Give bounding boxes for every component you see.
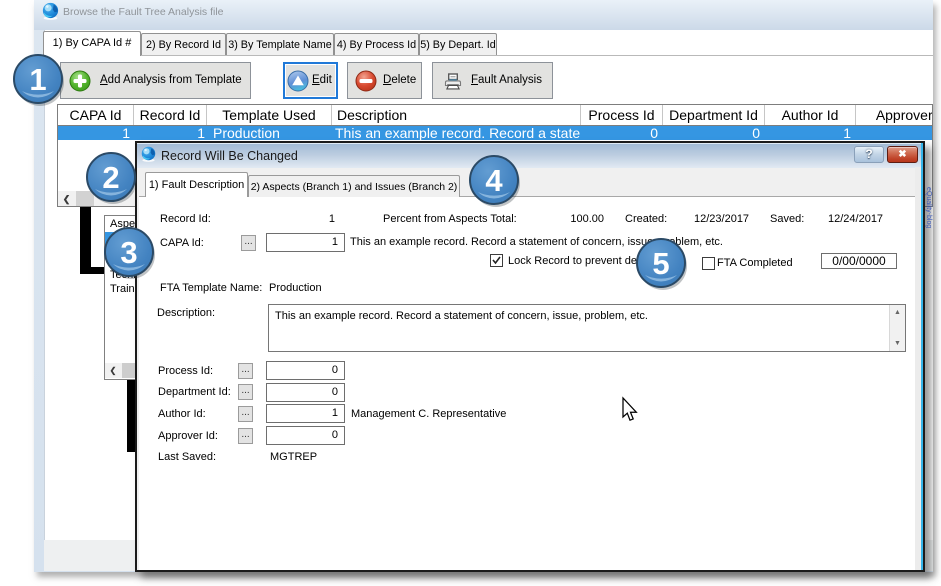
svg-text:4: 4 xyxy=(485,163,503,198)
svg-text:3: 3 xyxy=(120,235,137,270)
svg-text:1: 1 xyxy=(29,62,46,97)
svg-text:2: 2 xyxy=(102,160,119,195)
svg-text:5: 5 xyxy=(652,246,669,281)
